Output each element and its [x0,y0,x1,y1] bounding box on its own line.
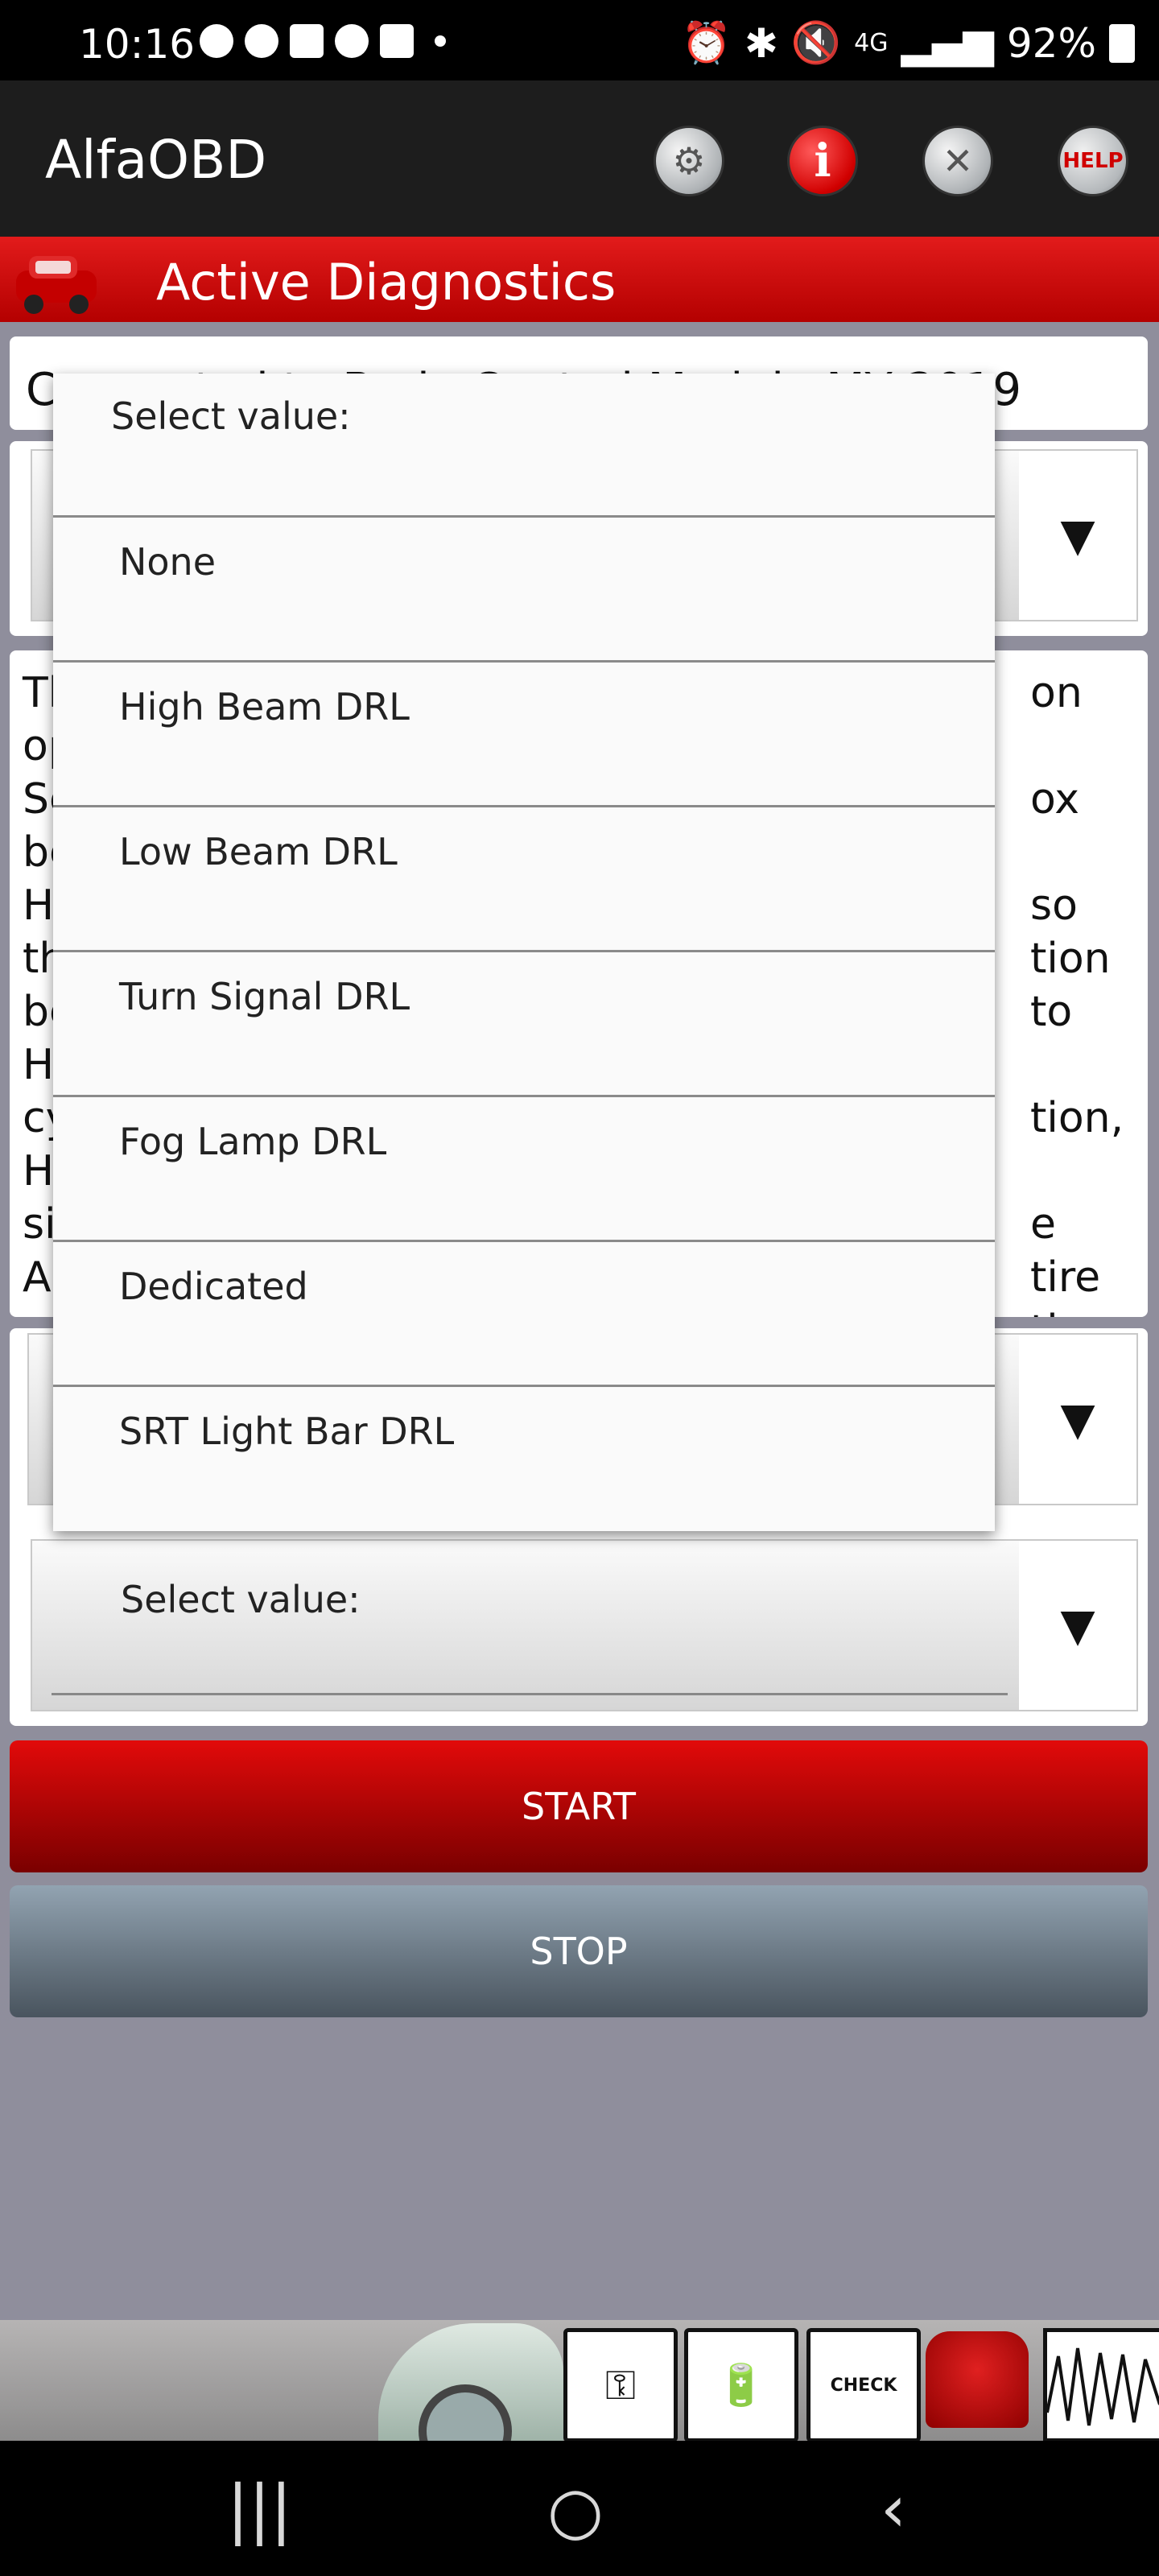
battery-icon[interactable]: 🔋 [684,2328,798,2442]
system-icons: ⏰ ✱ 🔇 4G ▂▄▆ 92% [682,19,1135,67]
description-line: tion to [1030,935,1111,1036]
mail-icon [290,24,324,58]
description-line: e tire [1030,1200,1101,1302]
signal-icon: ▂▄▆ [901,19,994,67]
status-bar: 10:16 ⏰ ✱ 🔇 4G ▂▄▆ 92% [0,0,1159,80]
page-header: Active Diagnostics [0,237,1159,322]
value-spinner[interactable]: Select value: ▼ [31,1539,1138,1711]
description-right: on ox so tion to tion, e tire the [1030,650,1124,1317]
home-icon[interactable]: ○ [547,2473,604,2548]
description-line: tion, [1030,1094,1124,1142]
chevron-down-icon: ▼ [1019,1541,1136,1710]
bottom-toolbar: ⚿ 🔋 CHECK [0,2320,1159,2478]
gallery-icon [380,24,414,58]
dropdown-option[interactable]: High Beam DRL [53,660,995,807]
info-button[interactable]: i [787,126,858,196]
battery-icon [1109,23,1135,63]
dropdown-option-label: None [119,540,217,584]
tools-icon: ✕ [942,139,974,183]
dropdown-option[interactable]: Dedicated [53,1240,995,1387]
app-bar: AlfaOBD ⚙ i ✕ HELP [0,80,1159,237]
active-diagnostics-icon[interactable] [926,2331,1029,2428]
dropdown-option-label: SRT Light Bar DRL [119,1410,455,1453]
settings-button[interactable]: ⚙ [654,126,724,196]
description-line: ox [1030,775,1079,824]
dropdown-option[interactable]: Low Beam DRL [53,805,995,952]
description-line: on [1030,669,1083,717]
network-label: 4G [854,29,889,57]
dropdown-option[interactable]: Fog Lamp DRL [53,1095,995,1242]
mute-icon: 🔇 [790,19,842,66]
recent-apps-icon[interactable]: ||| [227,2471,292,2546]
description-line [1030,826,1083,879]
description-line [1030,1145,1083,1198]
dropdown-option-label: Dedicated [119,1265,308,1308]
back-icon[interactable]: ‹ [881,2471,906,2546]
description-line [1030,720,1083,773]
check-engine-icon[interactable]: CHECK [806,2328,921,2442]
start-button[interactable]: START [10,1740,1148,1872]
dropdown-title: Select value: [111,394,351,438]
description-line [1030,1038,1083,1092]
description-line: the [1030,1304,1099,1317]
dropdown-option[interactable]: SRT Light Bar DRL [53,1385,995,1532]
bluetooth-icon: ✱ [744,19,778,67]
page-title: Active Diagnostics [156,253,617,312]
chevron-down-icon: ▼ [1019,451,1136,620]
dropdown-option[interactable]: None [53,515,995,663]
navigation-bar: ||| ○ ‹ [0,2441,1159,2576]
tools-button[interactable]: ✕ [922,126,993,196]
stop-button[interactable]: STOP [10,1885,1148,2017]
dropdown-option-label: Low Beam DRL [119,830,398,873]
status-time: 10:16 [79,21,196,68]
app-icon [335,24,369,58]
waveform-icon[interactable] [1043,2328,1159,2442]
messenger-icon [200,24,233,58]
help-label: HELP [1062,149,1124,173]
info-icon: i [814,134,831,188]
alarm-icon: ⏰ [681,19,732,66]
value-spinner-label: Select value: [121,1578,361,1621]
facebook-icon [245,24,278,58]
help-button[interactable]: HELP [1058,126,1128,196]
chevron-down-icon: ▼ [1019,1335,1136,1504]
dropdown-option-label: Turn Signal DRL [119,975,410,1018]
select-value-dropdown: Select value: None High Beam DRL Low Beam … [53,374,995,1531]
dropdown-option-label: High Beam DRL [119,685,410,729]
more-notifications-icon [435,35,446,47]
dropdown-option[interactable]: Turn Signal DRL [53,950,995,1097]
app-title: AlfaOBD [45,129,267,191]
car-icon [16,256,97,314]
spinner-underline [52,1693,1008,1695]
battery-percent: 92% [1006,19,1096,67]
notification-icons [200,24,446,58]
gears-icon: ⚙ [672,139,706,183]
description-line: so [1030,881,1078,930]
key-icon[interactable]: ⚿ [563,2328,678,2442]
dropdown-option-label: Fog Lamp DRL [119,1120,387,1163]
check-engine-label: CHECK [830,2375,897,2396]
